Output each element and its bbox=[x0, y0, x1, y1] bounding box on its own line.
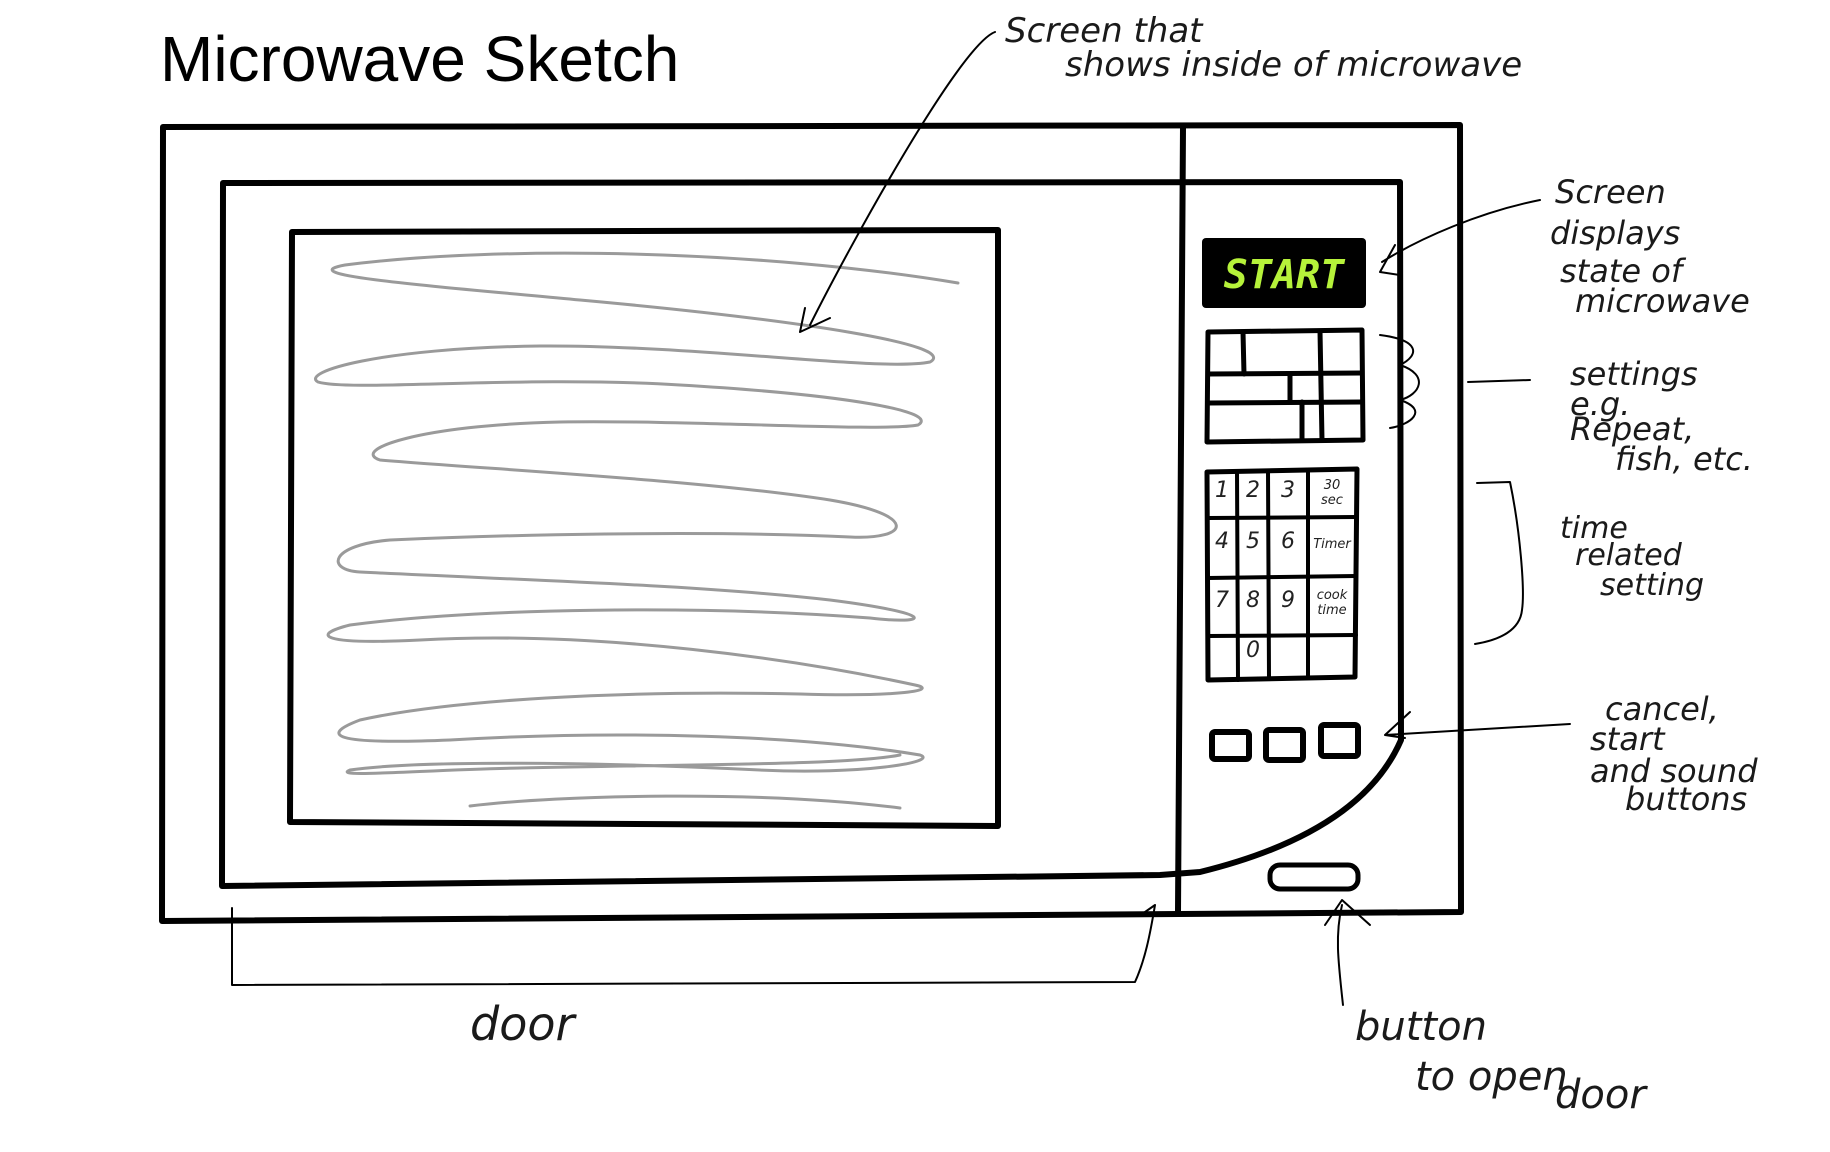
page-title: Microwave Sketch bbox=[160, 23, 679, 95]
keypad-key-label: 9 bbox=[1281, 588, 1295, 613]
sound-button bbox=[1318, 722, 1361, 759]
keypad-key-label: 1 bbox=[1215, 478, 1229, 503]
keypad-key-label: 2 bbox=[1246, 478, 1260, 503]
open-button-annotation: button to open door bbox=[1355, 1004, 1648, 1118]
buttons-annotation: cancel, start and sound buttons bbox=[1590, 690, 1768, 818]
keypad-key-label: 5 bbox=[1246, 529, 1260, 554]
time-annotation: time related setting bbox=[1560, 511, 1704, 603]
settings-annotation: settings e.g. Repeat, fish, etc. bbox=[1570, 355, 1753, 478]
annotation-lines bbox=[231, 31, 1571, 1006]
keypad-key-label: 6 bbox=[1281, 529, 1295, 554]
window bbox=[287, 227, 1001, 829]
keypad-key-label: 4 bbox=[1215, 529, 1229, 554]
panel-divider bbox=[1175, 124, 1186, 915]
cancel-button bbox=[1209, 729, 1252, 762]
window-annotation: Screen that shows inside of microwave bbox=[1005, 11, 1522, 85]
start-button bbox=[1263, 727, 1306, 763]
keypad-key-label: 3 bbox=[1281, 478, 1295, 503]
keypad-key-label: Timer bbox=[1313, 537, 1352, 552]
keypad-key-label: 7 bbox=[1215, 588, 1229, 613]
keypad-key-label: 0 bbox=[1246, 638, 1260, 663]
display-text: START bbox=[1224, 252, 1346, 298]
keypad-key-label: 8 bbox=[1246, 588, 1260, 613]
settings-panel bbox=[1204, 327, 1366, 445]
door-annotation: door bbox=[470, 997, 577, 1051]
open-door-button bbox=[1267, 862, 1361, 892]
microwave-sketch: Microwave Sketch START 1 2 3 30 sec 4 5 6 Timer 7… bbox=[159, 11, 1768, 1118]
display-annotation: Screen displays state of microwave bbox=[1550, 173, 1750, 320]
keypad-key-label: cook time bbox=[1317, 588, 1348, 618]
keypad-key-label: 30 sec bbox=[1321, 478, 1343, 508]
window-shading bbox=[314, 251, 960, 810]
